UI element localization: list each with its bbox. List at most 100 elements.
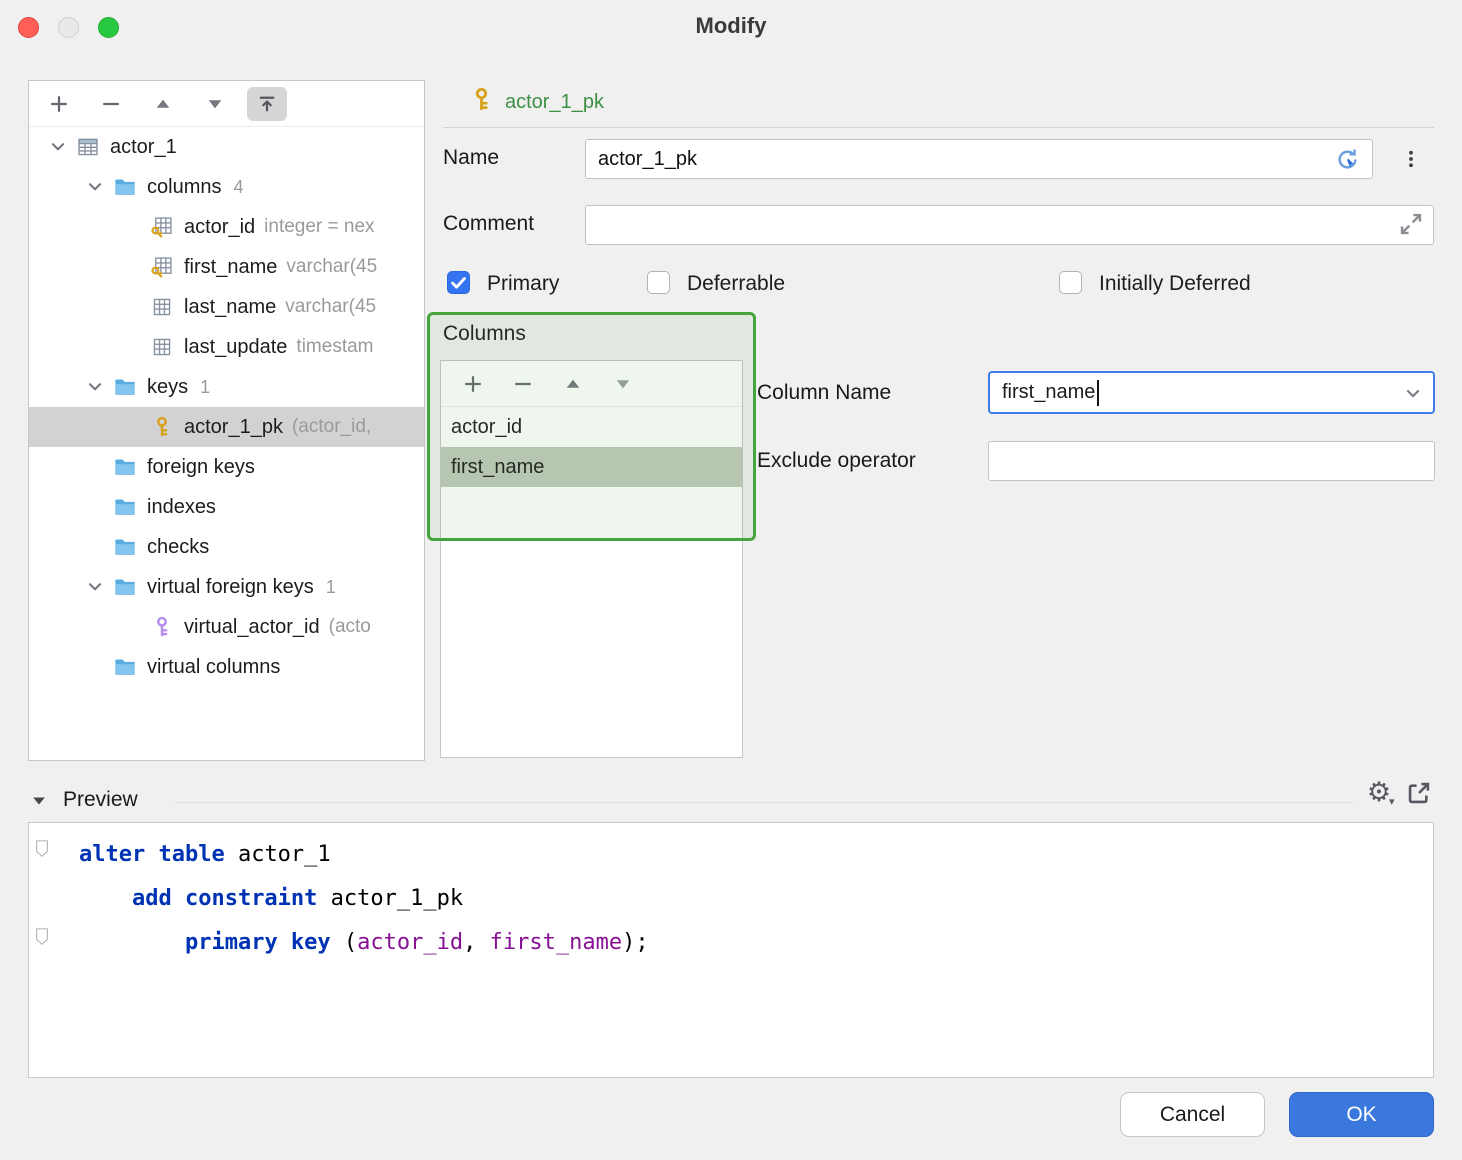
sql-preview-panel: alter table actor_1 add constraint actor… (28, 822, 1434, 1078)
column-icon (151, 336, 175, 358)
cancel-button[interactable]: Cancel (1120, 1092, 1265, 1137)
column-name-label: Column Name (757, 381, 891, 405)
fold-marker-icon[interactable] (34, 839, 50, 858)
tree-item-label: columns (147, 176, 221, 199)
columns-list-panel: actor_idfirst_name (440, 360, 743, 758)
count-badge: 1 (200, 377, 210, 398)
tree-item-checks[interactable]: checks (29, 527, 424, 567)
primary-checkbox-label: Primary (487, 272, 559, 296)
folder-icon (114, 456, 138, 478)
exclude-operator-input[interactable] (988, 441, 1435, 481)
collapse-triangle-icon[interactable] (31, 794, 47, 808)
minus-icon (513, 374, 533, 394)
columns-move-up-button[interactable] (555, 367, 591, 401)
object-title: actor_1_pk (505, 91, 604, 114)
sql-code[interactable]: alter table actor_1 add constraint actor… (79, 833, 649, 965)
fold-marker-icon[interactable] (34, 927, 50, 946)
key-icon (151, 416, 175, 438)
tree-item-label: actor_1_pk (184, 416, 283, 439)
remove-button[interactable] (91, 87, 131, 121)
folder-icon (114, 176, 138, 198)
chevron-down-icon[interactable] (49, 138, 77, 156)
tree-item-keys[interactable]: keys 1 (29, 367, 424, 407)
initially-deferred-checkbox[interactable] (1059, 271, 1082, 294)
tree-item-label: last_update (184, 336, 287, 359)
tree-rows: actor_1columns4actor_idinteger = nexfirs… (29, 127, 424, 687)
folder-icon (114, 536, 138, 558)
columns-move-down-button[interactable] (605, 367, 641, 401)
tree-item-columns[interactable]: columns 4 (29, 167, 424, 207)
add-button[interactable] (39, 87, 79, 121)
gear-dropdown-caret-icon: ▾ (1389, 795, 1395, 808)
tree-item-detail: integer = nex (264, 216, 374, 238)
expand-icon[interactable] (1398, 211, 1424, 237)
column-name-value: first_name (1002, 381, 1095, 404)
column-name-combobox[interactable]: first_name (988, 371, 1435, 414)
columns-toolbar (441, 361, 742, 407)
tree-item-label: keys (147, 376, 188, 399)
comment-input[interactable] (585, 205, 1434, 245)
chevron-down-icon[interactable] (1403, 383, 1423, 403)
tree-item-actor_1_pk[interactable]: actor_1_pk(actor_id, (29, 407, 424, 447)
count-badge: 4 (233, 177, 243, 198)
columns-remove-button[interactable] (505, 367, 541, 401)
tree-item-label: virtual foreign keys (147, 576, 314, 599)
columns-list-item-actor_id[interactable]: actor_id (441, 407, 742, 447)
chevron-down-icon[interactable] (86, 378, 114, 396)
structure-tree-panel: actor_1columns4actor_idinteger = nexfirs… (28, 80, 425, 761)
text-cursor (1097, 380, 1099, 406)
tree-item-virtual-columns[interactable]: virtual columns (29, 647, 424, 687)
chevron-down-icon[interactable] (86, 578, 114, 596)
move-down-button[interactable] (195, 87, 235, 121)
folder-icon (114, 576, 138, 598)
sql-line: alter table actor_1 (79, 833, 649, 877)
deferrable-checkbox[interactable] (647, 271, 670, 294)
table-icon (77, 136, 101, 158)
columns-add-button[interactable] (455, 367, 491, 401)
sql-line: add constraint actor_1_pk (79, 877, 649, 921)
tree-item-last_name[interactable]: last_namevarchar(45 (29, 287, 424, 327)
tree-item-virtual-foreign-keys[interactable]: virtual foreign keys 1 (29, 567, 424, 607)
tree-item-label: first_name (184, 256, 277, 279)
tree-item-virtual_actor_id[interactable]: virtual_actor_id (acto (29, 607, 424, 647)
column-icon (151, 296, 175, 318)
folder-icon (114, 496, 138, 518)
regenerate-name-icon[interactable] (1334, 146, 1361, 173)
modify-dialog: { "window": { "title": "Modify", "traffi… (0, 0, 1462, 1160)
open-in-editor-icon[interactable] (1406, 780, 1432, 806)
name-input[interactable] (585, 139, 1373, 179)
count-badge: 1 (326, 577, 336, 598)
tree-item-detail: (acto (329, 616, 371, 638)
columns-list-item-first_name[interactable]: first_name (441, 447, 742, 487)
check-icon (448, 272, 469, 293)
preview-label: Preview (63, 788, 138, 812)
preview-divider (174, 802, 1354, 803)
ok-button[interactable]: OK (1289, 1092, 1434, 1137)
folder-icon (114, 376, 138, 398)
more-options-button[interactable] (1396, 141, 1426, 177)
tree-item-detail: timestam (296, 336, 373, 358)
tree-item-last_update[interactable]: last_update timestam (29, 327, 424, 367)
arrow-down-icon (613, 374, 633, 394)
primary-key-icon (469, 87, 494, 112)
move-up-button[interactable] (143, 87, 183, 121)
tree-item-actor_1[interactable]: actor_1 (29, 127, 424, 167)
plus-icon (49, 94, 69, 114)
primary-checkbox[interactable] (447, 271, 470, 294)
plus-icon (463, 374, 483, 394)
scroll-to-selection-button[interactable] (247, 87, 287, 121)
chevron-down-icon[interactable] (86, 178, 114, 196)
tree-item-label: last_name (184, 296, 276, 319)
columns-panel-title: Columns (443, 322, 526, 346)
tree-item-label: virtual columns (147, 656, 280, 679)
tree-item-label: virtual_actor_id (184, 616, 320, 639)
folder-icon (114, 656, 138, 678)
tree-item-foreign-keys[interactable]: foreign keys (29, 447, 424, 487)
tree-item-first_name[interactable]: first_namevarchar(45 (29, 247, 424, 287)
tree-item-label: indexes (147, 496, 216, 519)
tree-item-label: checks (147, 536, 209, 559)
initially-deferred-checkbox-label: Initially Deferred (1099, 272, 1251, 296)
tree-item-actor_id[interactable]: actor_idinteger = nex (29, 207, 424, 247)
tree-item-indexes[interactable]: indexes (29, 487, 424, 527)
kebab-icon (1401, 148, 1421, 170)
